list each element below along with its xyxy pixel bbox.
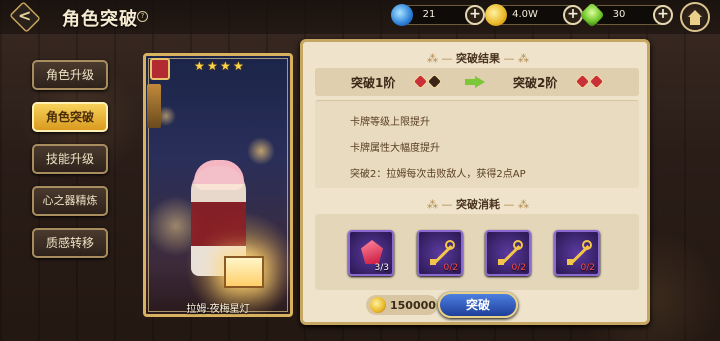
stage-row: 突破1阶 突破2阶: [315, 68, 639, 96]
crystal-shard-icon: [361, 240, 383, 264]
menu-item-level-up[interactable]: 角色升级: [32, 60, 108, 90]
cost-item-gold-key-b[interactable]: 0/2: [485, 230, 531, 276]
menu-item-skill-up[interactable]: 技能升级: [32, 144, 108, 174]
coin-icon: [370, 297, 386, 313]
effect-text: 卡牌等级上限提升: [350, 117, 430, 128]
element-badge-icon: [150, 58, 170, 80]
item-count: 0/2: [511, 263, 526, 273]
key-head: [513, 240, 523, 250]
help-icon[interactable]: ?: [137, 11, 148, 22]
result-title-text: 突破结果: [456, 52, 500, 65]
home-button[interactable]: [680, 2, 710, 32]
character-name: 拉姆·夜梅星灯: [186, 304, 250, 315]
ornament-left: ⁂ —: [427, 198, 456, 211]
item-count: 3/3: [374, 263, 389, 273]
to-stage: 突破2阶: [513, 76, 558, 90]
ornament-right: — ⁂: [500, 198, 529, 211]
stage-pip-filled-icon: [574, 73, 591, 90]
add-crystal-button[interactable]: +: [465, 5, 485, 25]
cost-item-gold-key-c[interactable]: 0/2: [554, 230, 600, 276]
resource-gem: 30 +: [579, 2, 673, 28]
lantern-image: [224, 256, 264, 288]
item-count: 0/2: [580, 263, 595, 273]
key-teeth: [567, 259, 573, 265]
effect-text: 突破2：拉姆每次击败敌人，获得2点AP: [350, 169, 526, 180]
key-head: [445, 240, 455, 250]
key-head: [582, 240, 592, 250]
consume-title-text: 突破消耗: [456, 198, 500, 211]
cost-item-gold-key-a[interactable]: 0/2: [417, 230, 463, 276]
character-card: ★ ★ ★ ★: [143, 53, 293, 317]
ornament-right: — ⁂: [500, 52, 529, 65]
page-title: 角色突破: [62, 9, 138, 30]
consume-section-title: ⁂ — 突破消耗 — ⁂: [303, 196, 653, 212]
home-icon: [688, 10, 702, 17]
effect-text: 卡牌属性大幅度提升: [350, 143, 440, 154]
menu-item-breakthrough[interactable]: 角色突破: [32, 102, 108, 132]
menu-item-heart-refine[interactable]: 心之器精炼: [32, 186, 108, 216]
side-menu: 角色升级 角色突破 技能升级 心之器精炼 质感转移: [32, 60, 108, 270]
arrow-right-icon: [475, 76, 485, 88]
arrow-tail: [465, 79, 475, 85]
stage-pip-filled-icon: [412, 73, 429, 90]
add-gem-button[interactable]: +: [653, 5, 673, 25]
breakthrough-button[interactable]: 突破: [438, 292, 518, 318]
star-icon: ★: [207, 59, 218, 73]
coin-value: 4.0W: [512, 9, 538, 20]
menu-item-transfer[interactable]: 质感转移: [32, 228, 108, 258]
effects-box: 卡牌等级上限提升 卡牌属性大幅度提升 突破2：拉姆每次击败敌人，获得2点AP: [315, 100, 639, 188]
star-icon: ★: [233, 59, 244, 73]
gem-value: 30: [612, 9, 626, 20]
stage-pip-empty-icon: [426, 73, 443, 90]
breakthrough-panel: ⁂ — 突破结果 — ⁂ 突破1阶 突破2阶 卡牌等级上限提升 卡牌属性大幅度提…: [300, 39, 650, 325]
card-side-ornament: [147, 84, 161, 128]
resource-crystal: 21 +: [391, 4, 485, 26]
crystal-value: 21: [422, 9, 436, 20]
ornament-left: ⁂ —: [427, 52, 456, 65]
item-count: 0/2: [443, 263, 458, 273]
cost-item-crystal-shard[interactable]: 3/3: [348, 230, 394, 276]
key-teeth: [498, 259, 504, 265]
cost-value: 150000: [390, 299, 436, 312]
key-teeth: [430, 259, 436, 265]
back-arrow-icon: <: [18, 6, 32, 25]
star-icon: ★: [220, 59, 231, 73]
resource-coin: 4.0W +: [485, 4, 583, 26]
home-icon-body: [690, 17, 700, 25]
result-section-title: ⁂ — 突破结果 — ⁂: [303, 50, 653, 66]
top-bar: < 角色突破 ? 21 + 4.0W + 30 +: [0, 0, 720, 34]
star-icon: ★: [194, 59, 205, 73]
stage-pip-filled-icon: [588, 73, 605, 90]
from-stage: 突破1阶: [351, 76, 396, 90]
